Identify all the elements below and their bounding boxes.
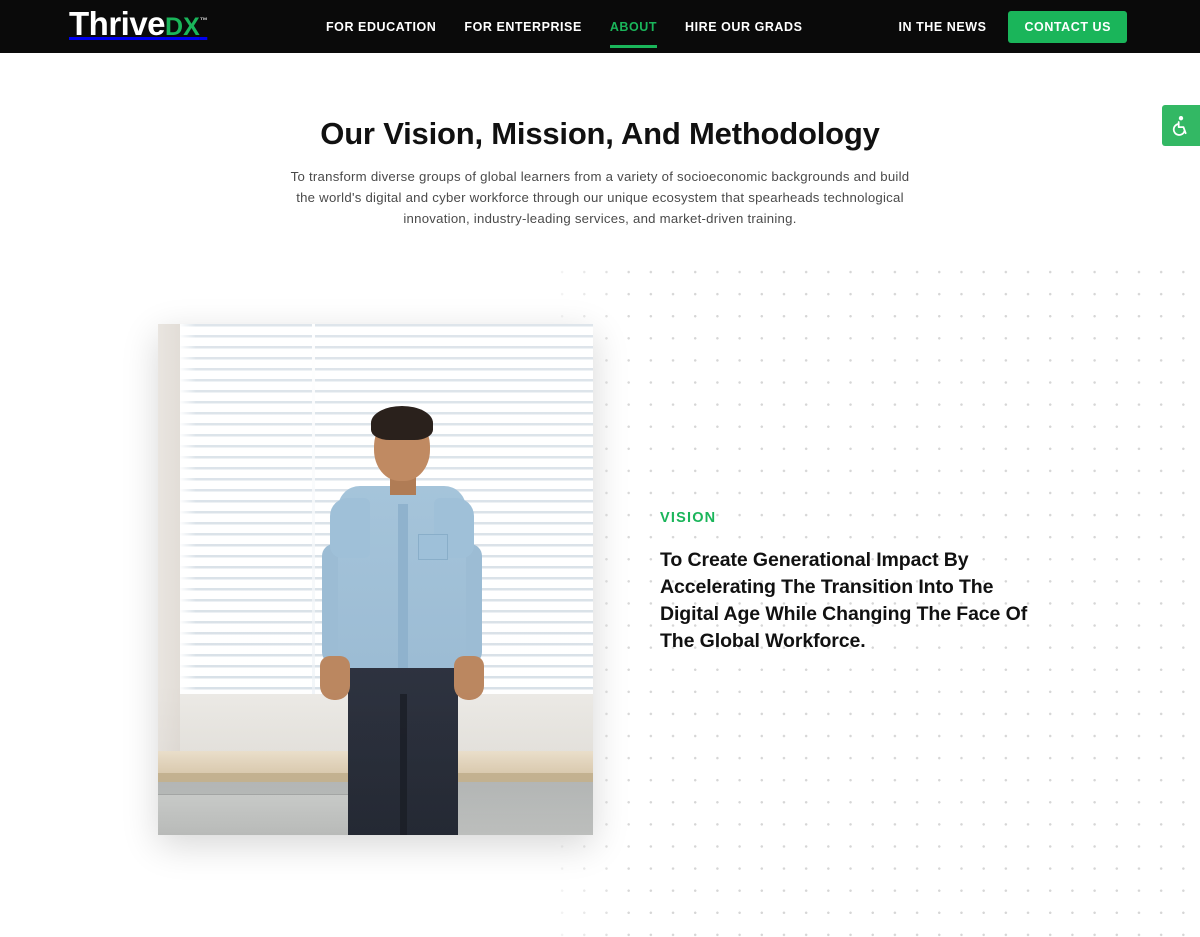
blinds-light-glow — [180, 324, 196, 719]
person-figure — [316, 394, 486, 835]
logo-text-primary: Thrive — [69, 5, 166, 42]
page-title: Our Vision, Mission, And Methodology — [320, 116, 880, 151]
person-hand-left — [320, 656, 350, 700]
nav-item-for-education[interactable]: FOR EDUCATION — [326, 16, 436, 38]
wheelchair-icon — [1172, 115, 1187, 136]
shirt-pocket — [418, 534, 448, 560]
vision-label: VISION — [660, 510, 717, 526]
thrivedx-logo[interactable]: ThriveDX™ — [69, 5, 208, 42]
person-leg-gap — [400, 694, 407, 835]
nav-right-group: IN THE NEWS CONTACT US — [898, 0, 1127, 53]
contact-us-button[interactable]: CONTACT US — [1008, 10, 1127, 43]
person-hair — [371, 406, 433, 440]
page-subtitle: To transform diverse groups of global le… — [290, 169, 910, 226]
vision-section: VISION To Create Generational Impact By … — [660, 510, 1060, 655]
blinds-cord — [312, 324, 315, 719]
page-root: ThriveDX™ FOR EDUCATION FOR ENTERPRISE A… — [0, 0, 1200, 937]
logo-text-secondary: DX — [165, 13, 200, 41]
person-hand-right — [454, 656, 484, 700]
vision-photo — [158, 324, 593, 835]
nav-item-hire-our-grads[interactable]: HIRE OUR GRADS — [685, 16, 802, 38]
nav-item-about[interactable]: ABOUT — [609, 16, 658, 48]
shirt-placket — [398, 504, 408, 668]
main-navigation: ThriveDX™ FOR EDUCATION FOR ENTERPRISE A… — [0, 0, 1200, 53]
trademark-symbol: ™ — [199, 16, 208, 25]
accessibility-button[interactable] — [1162, 105, 1200, 146]
nav-item-for-enterprise[interactable]: FOR ENTERPRISE — [464, 16, 581, 38]
nav-item-in-the-news[interactable]: IN THE NEWS — [898, 20, 986, 34]
person-shoulder-left — [330, 498, 370, 558]
nav-links: FOR EDUCATION FOR ENTERPRISE ABOUT HIRE … — [326, 0, 802, 53]
vision-heading: To Create Generational Impact By Acceler… — [660, 549, 1028, 652]
